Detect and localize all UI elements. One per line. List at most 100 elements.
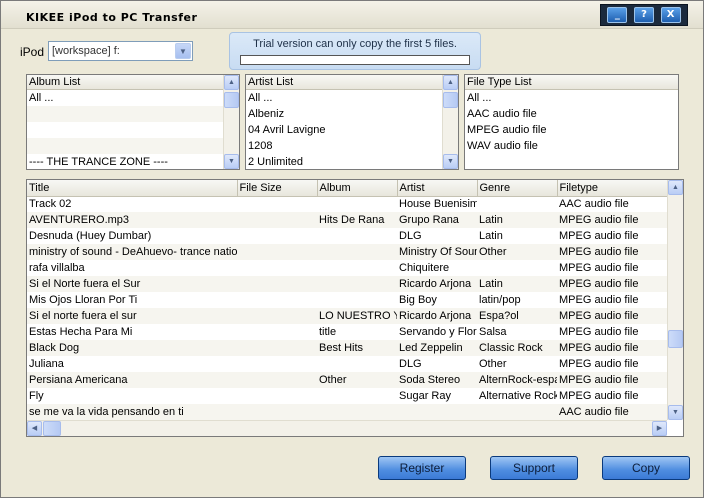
table-row[interactable]: Black Dog Best Hits Led Zeppelin Classic Ro… [27,340,667,356]
artist-list-header: Artist List [246,75,442,90]
ipod-select[interactable]: [workspace] f: ▼ [48,41,193,61]
cell-genre: latin/pop [479,294,521,306]
track-table-hscrollbar[interactable]: ◀ ▶ [27,420,667,436]
file-type-list-item[interactable]: WAV audio file [465,138,678,154]
track-table[interactable]: Title File Size Album Artist Genre Filet… [26,179,684,437]
cell-title: ministry of sound - DeAhuevo- trance nat… [27,244,237,260]
cell-artist: Ricardo Arjona [397,308,477,324]
artist-list-item[interactable]: Albeniz [246,106,458,122]
file-type-list-item[interactable]: All ... [465,90,678,106]
table-row[interactable]: se me va la vida pensando en ti AAC audio… [27,404,667,420]
cell-genre [477,404,557,420]
scroll-thumb[interactable] [43,421,61,436]
album-list-item[interactable]: All ... [27,90,239,106]
artist-list-item[interactable]: 04 Avril Lavigne [246,122,458,138]
file-type-list[interactable]: File Type List All ... AAC audio file MP… [464,74,679,170]
table-row[interactable]: AVENTURERO.mp3 Hits De Rana Grupo Rana Lati… [27,212,667,228]
artist-list-item[interactable]: All ... [246,90,458,106]
cell-album [317,196,397,212]
table-row[interactable]: Si el Norte fuera el Sur Ricardo Arjona La… [27,276,667,292]
column-header-title[interactable]: Title [27,180,238,197]
cell-album: Hits De Rana [317,212,397,228]
copy-button[interactable]: Copy [602,456,690,480]
cell-artist: Ministry Of Sound [397,244,477,260]
cell-genre: Latin [477,276,557,292]
table-row[interactable]: Juliana DLG Other MPEG audio file [27,356,667,372]
artist-list-item[interactable]: 1208 [246,138,458,154]
scroll-up-icon[interactable]: ▲ [224,75,239,90]
title-bar[interactable]: KIKEE iPod to PC Transfer _ ? X [1,1,703,29]
cell-file-size [237,228,317,244]
scroll-thumb[interactable] [224,92,239,108]
cell-artist: Ricardo Arjona [397,276,477,292]
cell-artist: Sugar Ray [399,390,451,402]
scroll-up-icon[interactable]: ▲ [668,180,683,195]
cell-genre [477,260,557,276]
table-row[interactable]: Track 02 House Buenisimo AAC audio file [27,196,667,212]
album-list-item[interactable] [27,138,239,154]
track-table-vscrollbar[interactable]: ▲ ▼ [667,180,683,420]
artist-list-scrollbar[interactable]: ▲ ▼ [442,75,458,169]
cell-genre: AlternRock-espanol [477,372,557,388]
minimize-button[interactable]: _ [607,7,628,23]
album-list[interactable]: Album List All ... ---- THE TRANCE ZONE … [26,74,240,170]
cell-genre: Latin [479,230,503,242]
cell-artist: Led Zeppelin [397,340,477,356]
cell-album [317,292,397,308]
file-type-list-item[interactable]: AAC audio file [465,106,678,122]
cell-file-size [237,292,317,308]
column-header-album[interactable]: Album [317,180,398,197]
scroll-thumb[interactable] [443,92,458,108]
column-header-genre[interactable]: Genre [477,180,558,197]
scroll-right-icon[interactable]: ▶ [652,421,667,436]
cell-genre: Salsa [479,326,507,338]
cell-title: Si el norte fuera el sur [27,308,237,324]
album-list-header: Album List [27,75,223,90]
album-list-scrollbar[interactable]: ▲ ▼ [223,75,239,169]
register-button[interactable]: Register [378,456,466,480]
window-title: KIKEE iPod to PC Transfer [26,11,198,24]
column-header-filetype[interactable]: Filetype [557,180,668,197]
cell-album: title [319,326,337,338]
cell-file-size [237,196,317,212]
cell-file-size [237,340,317,356]
trial-message: Trial version can only copy the first 5 … [253,38,457,50]
cell-artist: Chiquitere [399,262,450,274]
support-button[interactable]: Support [490,456,578,480]
scroll-left-icon[interactable]: ◀ [27,421,42,436]
artist-list[interactable]: Artist List All ... Albeniz 04 Avril Lav… [245,74,459,170]
table-row[interactable]: Persiana Americana Other Soda Stereo Altern… [27,372,667,388]
scroll-thumb[interactable] [668,330,683,348]
cell-title: Fly [29,390,44,402]
table-row[interactable]: Mis Ojos Lloran Por Ti Big Boy latin/pop MP… [27,292,667,308]
album-list-item[interactable]: ---- THE TRANCE ZONE ---- [27,154,239,169]
table-row[interactable]: ministry of sound - DeAhuevo- trance nat… [27,244,667,260]
scroll-down-icon[interactable]: ▼ [224,154,239,169]
help-button[interactable]: ? [633,7,654,23]
album-list-item[interactable] [27,106,239,122]
cell-file-size [237,308,317,324]
column-header-file-size[interactable]: File Size [237,180,318,197]
scroll-down-icon[interactable]: ▼ [443,154,458,169]
cell-title: Mis Ojos Lloran Por Ti [29,294,138,306]
scroll-up-icon[interactable]: ▲ [443,75,458,90]
copy-progress-bar [240,55,470,65]
album-list-item[interactable] [27,122,239,138]
table-row[interactable]: rafa villalba Chiquitere MPEG audio file [27,260,667,276]
artist-list-item[interactable]: 2 Unlimited [246,154,458,169]
table-row[interactable]: Estas Hecha Para Mi title Servando y Flore… [27,324,667,340]
table-row[interactable]: Desnuda (Huey Dumbar) DLG Latin MPEG audio … [27,228,667,244]
table-row[interactable]: Si el norte fuera el sur LO NUESTRO Y LOR… [27,308,667,324]
chevron-down-icon[interactable]: ▼ [175,43,191,59]
table-row[interactable]: Fly Sugar Ray Alternative Rock MPEG audio f… [27,388,667,404]
cell-artist: Big Boy [399,294,437,306]
scroll-down-icon[interactable]: ▼ [668,405,683,420]
cell-filetype: AAC audio file [559,198,629,211]
file-type-list-item[interactable]: MPEG audio file [465,122,678,138]
column-header-artist[interactable]: Artist [397,180,478,197]
cell-filetype: MPEG audio file [557,276,667,292]
close-button[interactable]: X [660,7,681,23]
cell-album: Other [317,372,397,388]
cell-file-size [237,212,317,228]
cell-album [317,228,397,244]
